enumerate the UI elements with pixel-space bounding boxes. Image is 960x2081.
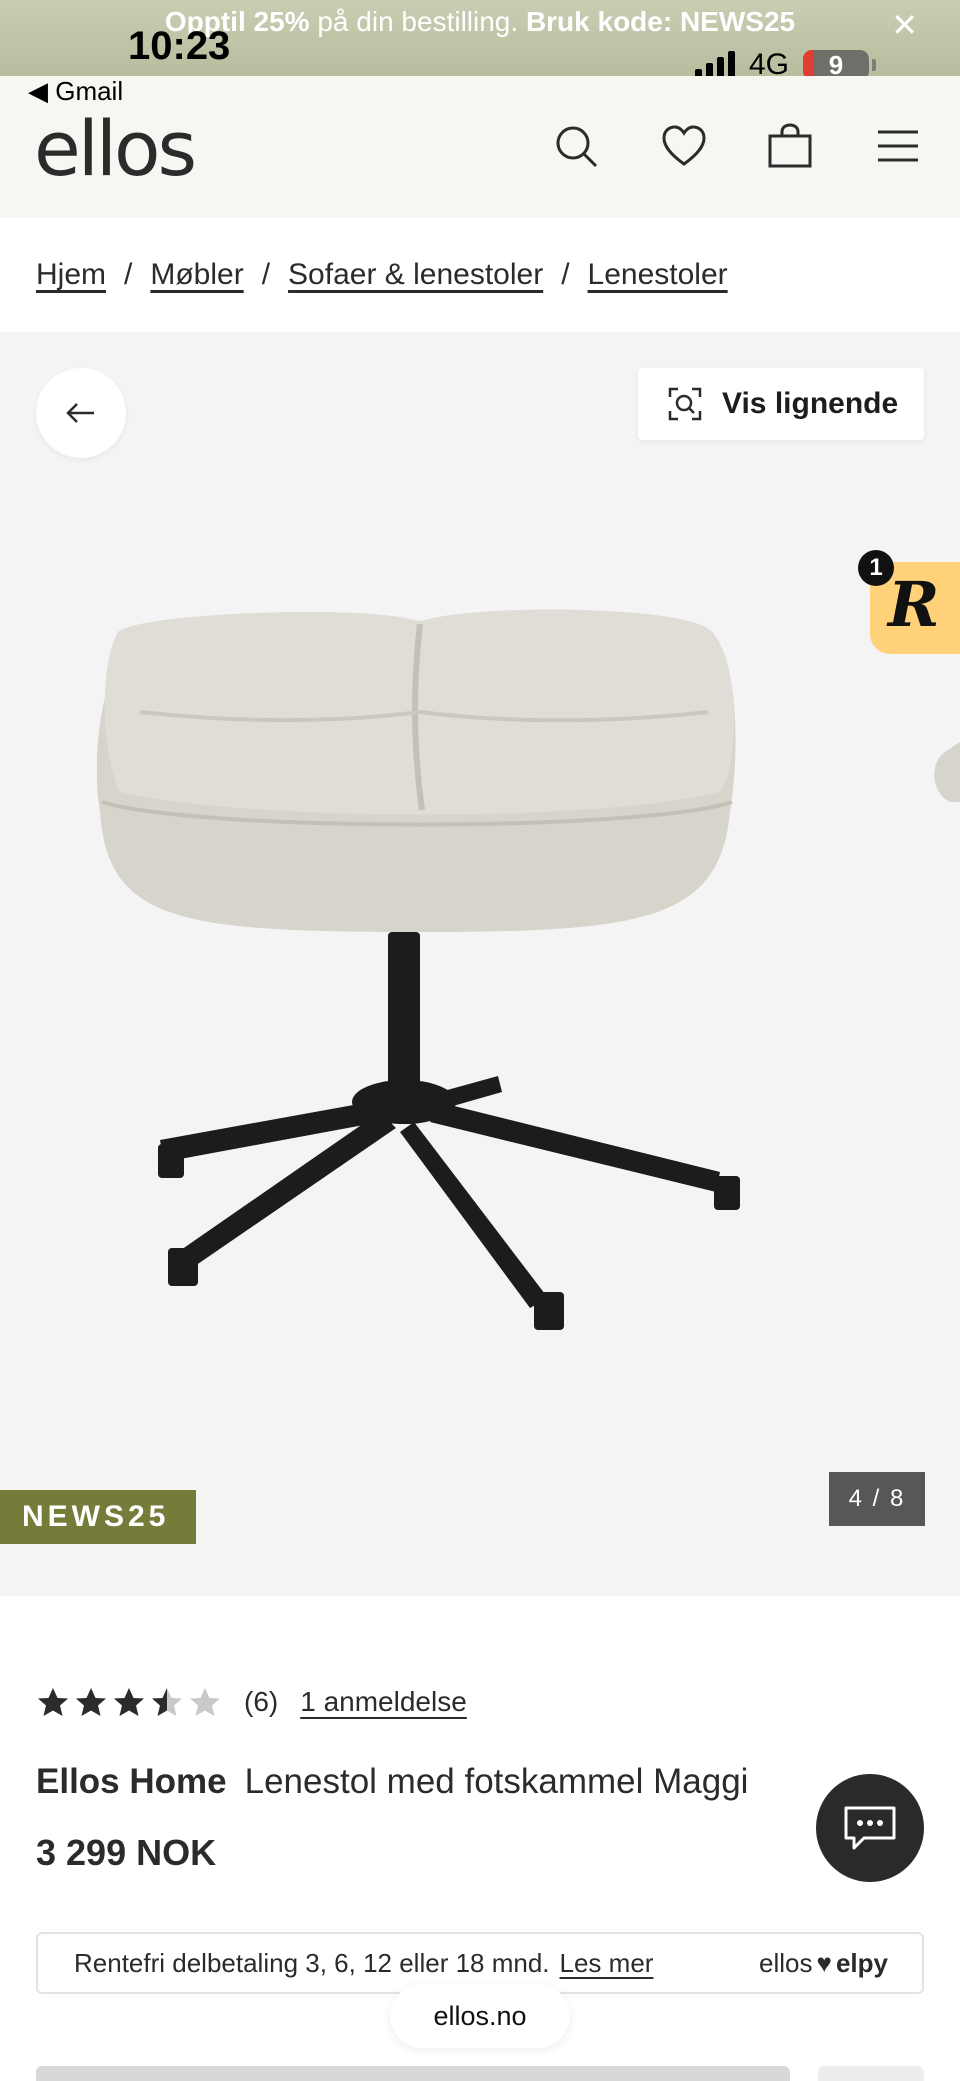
product-title: Ellos Home Lenestol med fotskammel Maggi (36, 1762, 748, 1802)
star-icon (152, 1688, 182, 1716)
breadcrumb-separator: / (561, 258, 570, 291)
star-icon (114, 1688, 144, 1716)
rating-stars (36, 1686, 222, 1718)
product-price: 3 299 NOK (36, 1832, 217, 1873)
menu-icon[interactable] (874, 122, 922, 170)
promo-code-badge: NEWS25 (0, 1490, 196, 1544)
financing-logo-ellos: ellos (759, 1948, 813, 1978)
breadcrumb-item-mobler[interactable]: Møbler (150, 258, 243, 292)
favorite-button-area[interactable] (818, 2066, 924, 2081)
visual-search-icon (668, 387, 702, 421)
battery-tip (872, 59, 876, 71)
image-counter: 4 / 8 (829, 1472, 925, 1526)
heart-icon: ♥ (816, 1948, 832, 1978)
site-header: ◀ Gmail ellos (0, 76, 960, 218)
star-icon (76, 1688, 106, 1716)
search-icon[interactable] (552, 122, 600, 170)
review-count: (6) (244, 1686, 279, 1717)
signal-icon (694, 51, 735, 79)
product-image (96, 609, 960, 1330)
product-name: Lenestol med fotskammel Maggi (244, 1762, 749, 1801)
ellos-logo[interactable]: ellos (34, 104, 197, 193)
financing-text: Rentefri delbetaling 3, 6, 12 eller 18 m… (74, 1947, 550, 1978)
reviews-link[interactable]: 1 anmeldelse (300, 1686, 467, 1718)
browser-url-pill[interactable]: ellos.no (390, 1984, 570, 2048)
financing-logos: ellos ♥ elpy (759, 1948, 888, 1979)
promo-banner[interactable]: Opptil 25% på din bestilling. Bruk kode:… (0, 0, 960, 81)
chat-icon (844, 1806, 896, 1850)
breadcrumb-item-lenestoler[interactable]: Lenestoler (588, 258, 728, 292)
chat-button[interactable] (816, 1774, 924, 1882)
add-to-cart-area[interactable] (36, 2066, 790, 2081)
show-similar-button[interactable]: Vis lignende (638, 368, 924, 440)
financing-read-more-link[interactable]: Les mer (560, 1948, 654, 1979)
product-gallery[interactable]: Vis lignende R 1 NEWS25 4 / 8 (0, 332, 960, 1596)
bag-icon[interactable] (766, 122, 814, 170)
show-similar-label: Vis lignende (722, 387, 899, 420)
rewards-badge: 1 (858, 550, 894, 586)
back-button[interactable] (36, 368, 126, 458)
breadcrumb: Hjem / Møbler / Sofaer & lenestoler / Le… (36, 258, 728, 292)
breadcrumb-separator: / (124, 258, 133, 291)
financing-logo-elpy: elpy (835, 1948, 888, 1978)
product-rating: (6) 1 anmeldelse (36, 1686, 467, 1718)
product-brand[interactable]: Ellos Home (36, 1762, 227, 1801)
arrow-left-icon (66, 403, 94, 423)
breadcrumb-separator: / (261, 258, 271, 291)
status-time: 10:23 (128, 24, 231, 68)
rewards-logo-icon: R (888, 568, 940, 641)
heart-icon[interactable] (660, 122, 708, 170)
breadcrumb-item-hjem[interactable]: Hjem (36, 258, 106, 292)
close-icon[interactable]: ✕ (891, 6, 918, 44)
star-icon (190, 1688, 220, 1716)
back-to-gmail[interactable]: ◀ Gmail (28, 76, 123, 107)
star-icon (38, 1688, 68, 1716)
breadcrumb-item-sofaer[interactable]: Sofaer & lenestoler (288, 258, 543, 292)
